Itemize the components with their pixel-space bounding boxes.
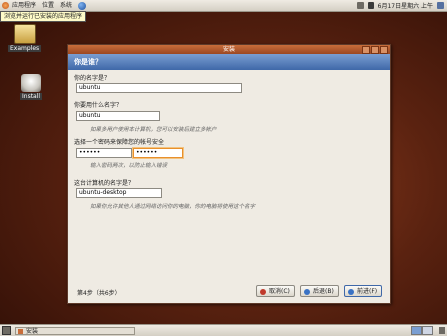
password-field[interactable] [76,148,132,158]
hostname-label: 这台计算机的名字是？ [74,180,135,187]
desktop-icon-install[interactable]: Install [20,74,43,100]
login-hint: 如果多用户使用本计算机，您可以安装后建立多帐户 [90,127,217,133]
taskbar-item-label: 安装 [26,327,39,335]
bottom-panel: 安装 [0,324,447,336]
ubuntu-logo-icon[interactable] [2,2,9,9]
installer-window: 安装 你是谁？ 你的名字是？ 你要用什么名字？ 如果多用户使用本计算机，您可以安… [67,44,391,304]
window-titlebar[interactable]: 安装 [68,45,390,54]
minimize-icon[interactable] [362,46,370,54]
password-confirm-field[interactable] [133,148,183,158]
menu-applications[interactable]: 应用程序 [9,0,39,11]
close-icon[interactable] [380,46,388,54]
desktop-icon-label: Install [20,93,43,100]
trash-icon[interactable] [439,327,445,334]
maximize-icon[interactable] [371,46,379,54]
login-label: 你要用什么名字？ [74,102,123,109]
cancel-icon [260,289,266,295]
arrow-right-icon [348,289,354,295]
desktop-icon-examples[interactable]: Examples [8,24,42,52]
name-label: 你的名字是？ [74,75,111,82]
web-browser-icon[interactable] [78,1,87,10]
show-desktop-icon[interactable] [2,326,11,335]
login-field[interactable] [76,111,160,121]
workspace-1[interactable] [411,326,422,335]
window-title: 安装 [222,46,235,53]
workspace-2[interactable] [422,326,433,335]
cancel-button[interactable]: 取消(C) [256,285,295,297]
workspace-switcher [411,326,433,335]
step-indicator: 第4步（共6步） [77,290,121,297]
desktop-icon-label: Examples [8,45,42,52]
panel-tray: 6月17日星期六 上午 [356,1,447,10]
back-button[interactable]: 后退(B) [300,285,339,297]
cancel-button-label: 取消(C) [269,288,290,295]
folder-icon [13,24,36,44]
password-label: 选择一个密码来保障您的帐号安全 [74,139,165,146]
installer-task-icon [18,328,23,334]
network-icon[interactable] [356,2,364,9]
installer-icon [21,74,42,92]
taskbar-item-installer[interactable]: 安装 [15,326,135,335]
forward-button[interactable]: 前进(F) [344,285,383,297]
hostname-field[interactable] [76,188,162,198]
page-header: 你是谁？ [68,54,390,70]
back-button-label: 后退(B) [313,288,334,295]
name-field[interactable] [76,83,242,93]
forward-button-label: 前进(F) [357,288,378,295]
password-hint: 输入密码两次，以防止输入错误 [90,163,168,169]
arrow-left-icon [304,289,310,295]
menu-places[interactable]: 位置 [39,0,57,11]
clock[interactable]: 6月17日星期六 上午 [378,1,433,10]
window-controls [362,46,388,54]
menu-system[interactable]: 系统 [57,0,75,11]
logout-icon[interactable] [437,2,444,9]
hostname-hint: 如果你允许其他人通过网络访问你的电脑，你的电脑将使用这个名字 [90,204,256,210]
volume-icon[interactable] [367,2,374,9]
applications-tooltip: 浏览并运行已安装的应用程序 [0,11,87,22]
